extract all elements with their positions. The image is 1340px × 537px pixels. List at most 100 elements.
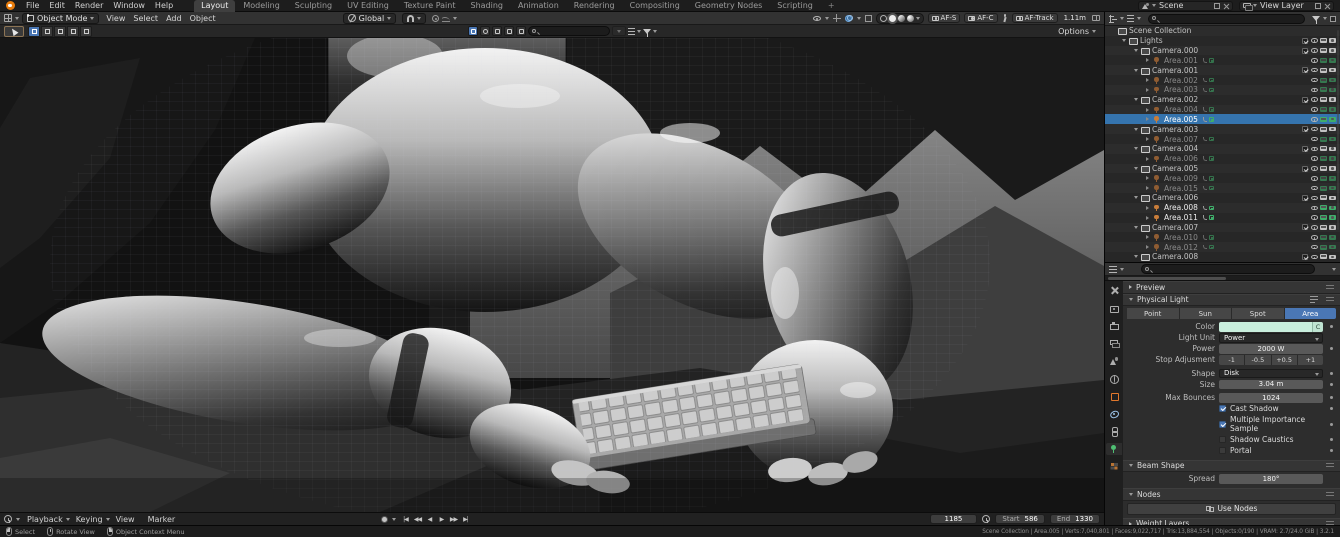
restrict-render-toggle-icon[interactable] (480, 26, 490, 36)
hide-in-viewport-icon[interactable] (1310, 254, 1318, 260)
expander-icon[interactable] (1133, 147, 1138, 150)
hide-in-viewport-icon[interactable] (1310, 58, 1318, 63)
outliner-row[interactable]: Camera.006 (1105, 193, 1340, 203)
checkbox-icon[interactable] (1302, 126, 1308, 133)
workspace-tab[interactable]: Sculpting (288, 0, 339, 12)
disable-in-render-icon[interactable] (1329, 107, 1336, 112)
disabled-dropdown[interactable] (612, 26, 626, 36)
hide-in-viewport-icon[interactable] (1310, 185, 1318, 191)
expander-icon[interactable] (1133, 49, 1138, 52)
hide-in-viewport-icon[interactable] (1310, 48, 1318, 53)
blender-logo-icon[interactable] (6, 1, 15, 10)
unlink-scene-icon[interactable] (1223, 3, 1229, 9)
disable-in-viewport-icon[interactable] (1320, 77, 1327, 83)
outliner-row[interactable]: Area.015 (1105, 183, 1340, 194)
outliner-row[interactable]: Camera.003 (1105, 124, 1340, 135)
color-chip[interactable]: C (1312, 322, 1323, 332)
disable-in-render-icon[interactable] (1329, 215, 1336, 220)
new-view-layer-icon[interactable] (1315, 2, 1321, 9)
disable-in-viewport-icon[interactable] (1320, 136, 1327, 142)
expander-icon[interactable] (1133, 255, 1138, 258)
power-field[interactable]: 2000 W (1219, 344, 1323, 354)
outliner-search-input[interactable] (1148, 13, 1305, 24)
tab-physics[interactable] (1106, 408, 1122, 420)
hide-in-viewport-icon[interactable] (1310, 156, 1318, 161)
disable-in-viewport-icon[interactable] (1320, 195, 1327, 201)
checkbox-icon[interactable] (1302, 165, 1308, 172)
checkbox-icon[interactable] (1302, 96, 1308, 103)
restrict-select-toggle-icon[interactable] (468, 26, 478, 36)
outliner-row[interactable]: Area.001 (1105, 55, 1340, 65)
current-frame-field[interactable]: 1185 (929, 514, 978, 524)
expander-icon[interactable] (1145, 206, 1150, 210)
material-shading-icon[interactable] (897, 14, 905, 22)
editor-type-icon[interactable] (4, 14, 12, 22)
filter-icon[interactable] (1312, 16, 1320, 24)
new-scene-icon[interactable] (1214, 2, 1220, 9)
expander-icon[interactable] (1133, 69, 1138, 72)
play-reverse-button[interactable]: ◀ (424, 514, 435, 525)
select-invert-button[interactable] (67, 25, 79, 37)
tab-tool[interactable] (1106, 285, 1122, 297)
disable-in-render-icon[interactable] (1329, 97, 1336, 102)
expander-icon[interactable] (1133, 226, 1138, 229)
hide-in-viewport-icon[interactable] (1310, 195, 1318, 201)
disable-in-viewport-icon[interactable] (1320, 156, 1327, 162)
animate-dot[interactable] (1330, 407, 1333, 411)
disable-in-viewport-icon[interactable] (1320, 234, 1327, 240)
disable-in-viewport-icon[interactable] (1320, 215, 1327, 221)
outliner-row[interactable]: Area.004 (1105, 104, 1340, 115)
workspace-tab[interactable]: Layout (194, 0, 236, 12)
disable-in-render-icon[interactable] (1329, 156, 1336, 161)
wireframe-shading-icon[interactable] (879, 14, 887, 22)
camera-grid-icon[interactable] (1092, 15, 1100, 21)
person-toggle-icon[interactable] (492, 26, 502, 36)
expander-icon[interactable] (1145, 245, 1150, 249)
color-field[interactable]: C (1219, 322, 1323, 332)
disable-in-viewport-icon[interactable] (1320, 175, 1327, 181)
gizmo-icon[interactable] (832, 14, 841, 22)
tab-constraints[interactable] (1106, 425, 1122, 437)
disable-in-viewport-icon[interactable] (1320, 57, 1327, 63)
expander-icon[interactable] (1145, 78, 1150, 82)
workspace-tab[interactable]: UV Editing (340, 0, 396, 12)
disable-in-viewport-icon[interactable] (1320, 97, 1327, 103)
outliner-row[interactable]: Camera.000 (1105, 45, 1340, 56)
expander-icon[interactable] (1145, 176, 1150, 180)
workspace-tab[interactable]: Scripting (770, 0, 820, 12)
tab-object-data[interactable] (1106, 442, 1122, 455)
stop-button[interactable]: +1 (1297, 355, 1323, 365)
tab-scene[interactable] (1106, 355, 1122, 367)
filter-dropdown[interactable] (643, 28, 657, 37)
disable-in-render-icon[interactable] (1329, 205, 1336, 211)
outliner-row[interactable]: Scene Collection (1105, 26, 1340, 36)
search-input[interactable] (528, 26, 610, 36)
animate-dot[interactable] (1330, 396, 1333, 400)
hide-in-viewport-icon[interactable] (1310, 67, 1318, 73)
disable-in-render-icon[interactable] (1329, 176, 1336, 181)
expander-icon[interactable] (1145, 216, 1150, 220)
hide-in-viewport-icon[interactable] (1310, 77, 1318, 83)
disable-in-viewport-icon[interactable] (1320, 224, 1327, 230)
checkbox-icon[interactable] (1302, 145, 1308, 152)
hide-in-viewport-icon[interactable] (1310, 225, 1318, 230)
disable-in-render-icon[interactable] (1329, 244, 1336, 250)
expander-icon[interactable] (1145, 186, 1150, 190)
workspace-tab[interactable]: + (821, 0, 842, 12)
checkbox-icon[interactable] (1302, 47, 1308, 54)
next-keyframe-button[interactable]: ▶▶ (448, 514, 459, 525)
menubar-item[interactable]: Render (70, 0, 108, 12)
tab-view-layer[interactable] (1106, 338, 1122, 350)
spread-field[interactable]: 180° (1219, 474, 1323, 484)
display-mode-dropdown[interactable] (628, 27, 641, 35)
mode-dropdown[interactable]: Object Mode (22, 12, 100, 24)
animate-dot[interactable] (1330, 448, 1333, 452)
size-field[interactable]: 3.04 m (1219, 379, 1323, 389)
play-button[interactable]: ▶ (436, 514, 447, 525)
expander-icon[interactable] (1145, 58, 1150, 62)
animate-dot[interactable] (1330, 437, 1333, 441)
workspace-tab[interactable]: Compositing (623, 0, 687, 12)
outliner-row[interactable]: Camera.007 (1105, 222, 1340, 233)
outliner-row[interactable]: Camera.005 (1105, 163, 1340, 174)
animate-dot[interactable] (1330, 347, 1333, 351)
